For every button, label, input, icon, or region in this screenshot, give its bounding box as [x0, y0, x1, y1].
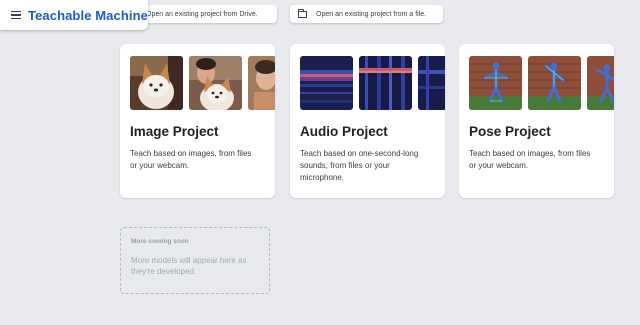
open-from-file-button[interactable]: Open an existing project from a file. [290, 5, 443, 23]
spectrogram-image [300, 56, 353, 110]
app-title[interactable]: Teachable Machine [28, 8, 148, 23]
person-photo-image [248, 56, 275, 110]
pose-project-description: Teach based on images, from files or you… [469, 149, 591, 170]
coming-soon-title: More coming soon [131, 238, 189, 245]
coming-soon-placeholder: More coming soon More models will appear… [120, 227, 270, 294]
audio-project-description: Teach based on one-second-long sounds, f… [300, 149, 419, 182]
person-with-plush-dog-image [189, 56, 242, 110]
pose-figure-image [469, 56, 522, 110]
image-project-description: Teach based on images, from files or you… [130, 149, 252, 170]
audio-project-thumbnails [300, 56, 445, 110]
spectrogram-image [359, 56, 412, 110]
folder-icon [297, 8, 307, 18]
image-project-card[interactable]: Image Project Teach based on images, fro… [120, 44, 275, 198]
pose-project-card[interactable]: Pose Project Teach based on images, from… [459, 44, 614, 198]
open-from-drive-button[interactable]: Open an existing project from Drive. [130, 5, 277, 23]
coming-soon-description: More models will appear here as they're … [131, 256, 247, 276]
hamburger-menu-icon[interactable] [11, 11, 21, 19]
image-project-thumbnails [130, 56, 275, 110]
open-from-drive-label: Open an existing project from Drive. [146, 10, 258, 18]
audio-project-card[interactable]: Audio Project Teach based on one-second-… [290, 44, 445, 198]
image-project-title: Image Project [130, 124, 219, 139]
audio-project-title: Audio Project [300, 124, 388, 139]
plush-dog-image [130, 56, 183, 110]
app-header: Teachable Machine [0, 0, 148, 30]
open-from-file-label: Open an existing project from a file. [316, 10, 427, 18]
pose-figure-image [587, 56, 614, 110]
pose-project-thumbnails [469, 56, 614, 110]
pose-project-title: Pose Project [469, 124, 551, 139]
spectrogram-image [418, 56, 445, 110]
pose-figure-image [528, 56, 581, 110]
